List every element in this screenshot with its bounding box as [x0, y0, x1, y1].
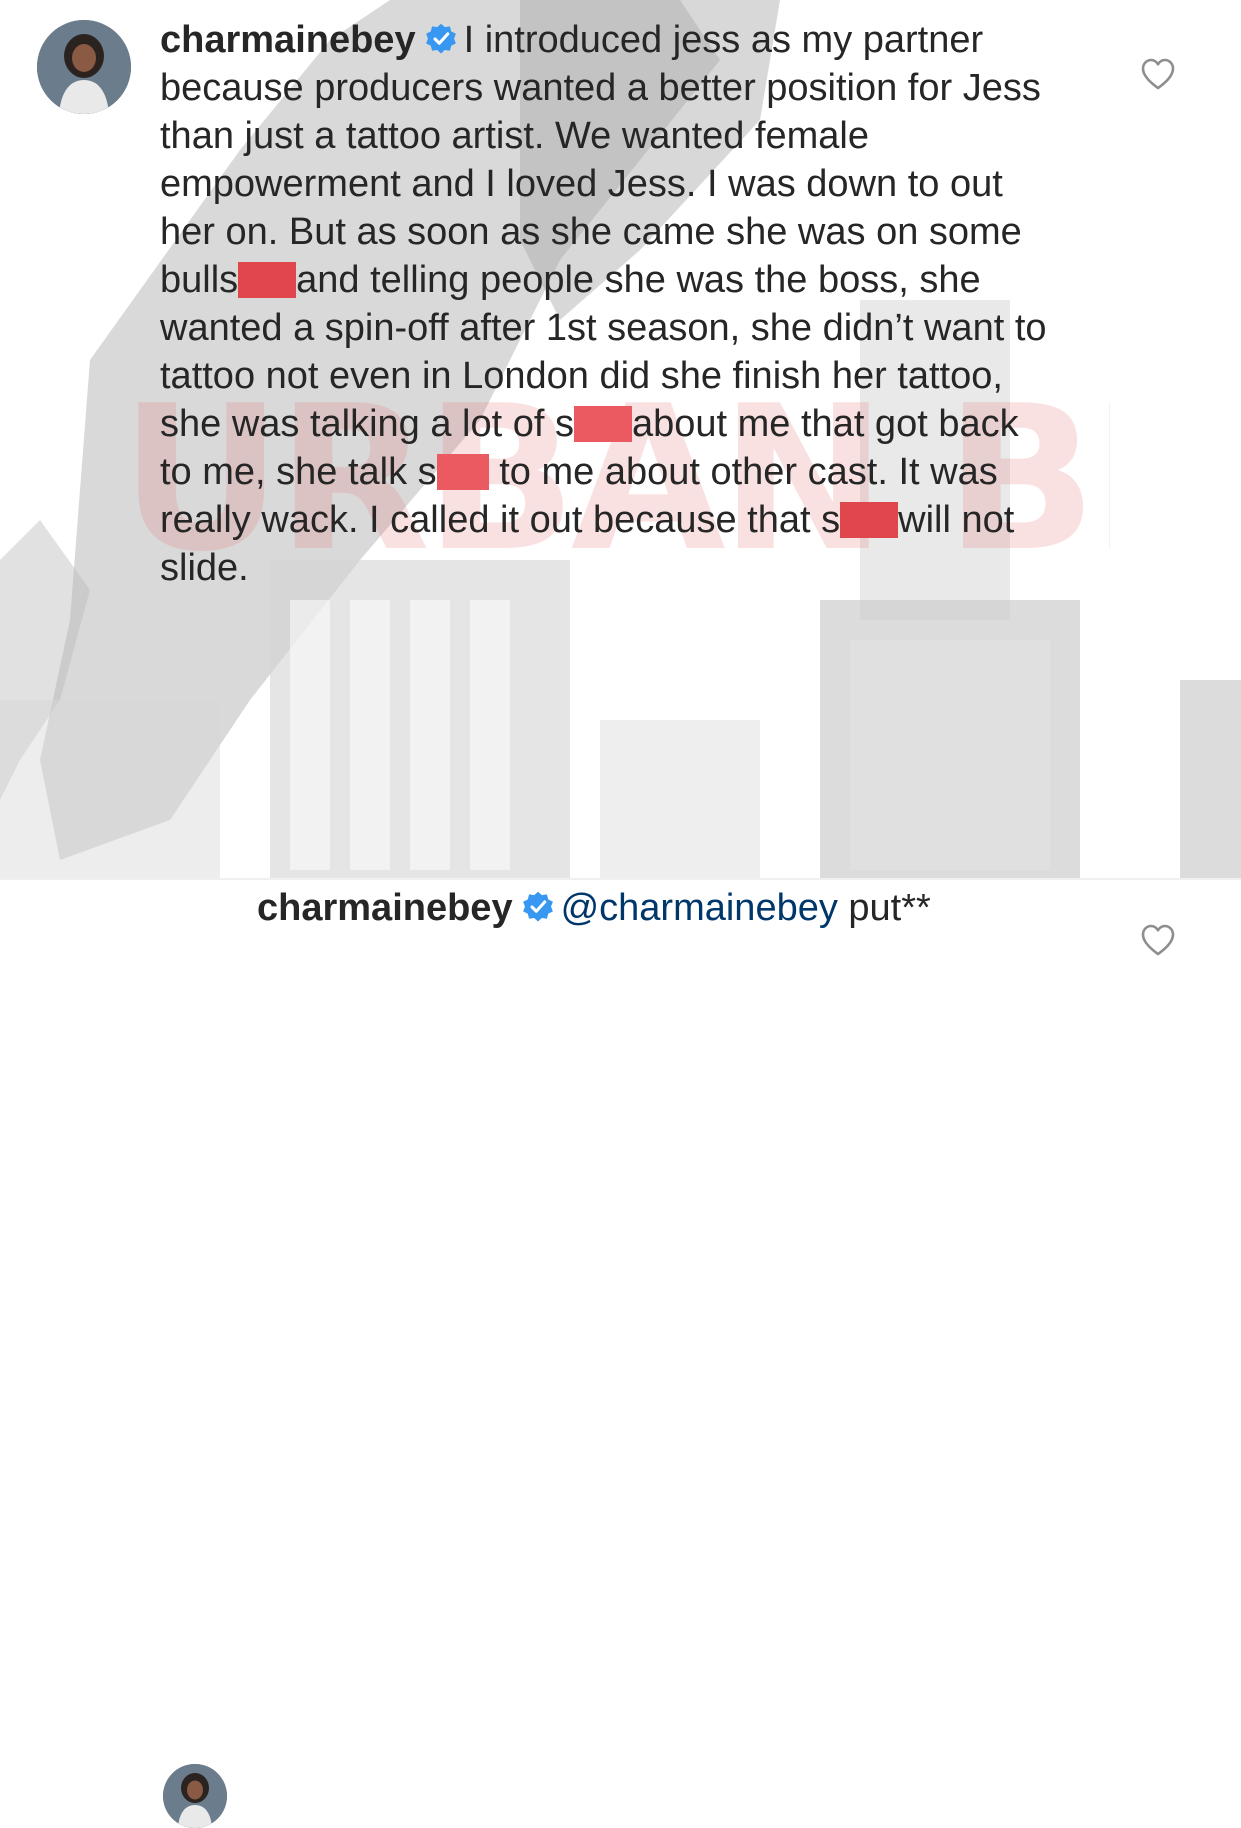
comment-item: charmainebey I introduced jess as my part… [0, 0, 1241, 880]
comment-body: charmainebey I introduced jess as my part… [160, 16, 1050, 592]
profile-photo-icon [37, 20, 131, 114]
comment-username[interactable]: charmainebey [257, 887, 513, 929]
redaction-block [574, 406, 632, 442]
heart-outline-icon[interactable] [1140, 57, 1176, 91]
heart-outline-icon[interactable] [1140, 923, 1176, 957]
avatar[interactable] [163, 1764, 227, 1828]
redaction-block [840, 502, 899, 538]
redaction-block [238, 262, 297, 298]
avatar[interactable] [37, 20, 131, 114]
comment-body: charmainebey @charmainebey put** [257, 884, 1087, 932]
comment-text-part: put** [837, 887, 931, 929]
mention-link[interactable]: @charmainebey [561, 887, 838, 929]
verified-badge-icon [522, 891, 553, 922]
comment-username[interactable]: charmainebey [160, 19, 416, 61]
profile-photo-icon [163, 1764, 227, 1828]
redaction-block [436, 454, 489, 490]
comment-reply-item: charmainebey @charmainebey put** [0, 880, 1241, 1828]
verified-badge-icon [425, 23, 456, 54]
